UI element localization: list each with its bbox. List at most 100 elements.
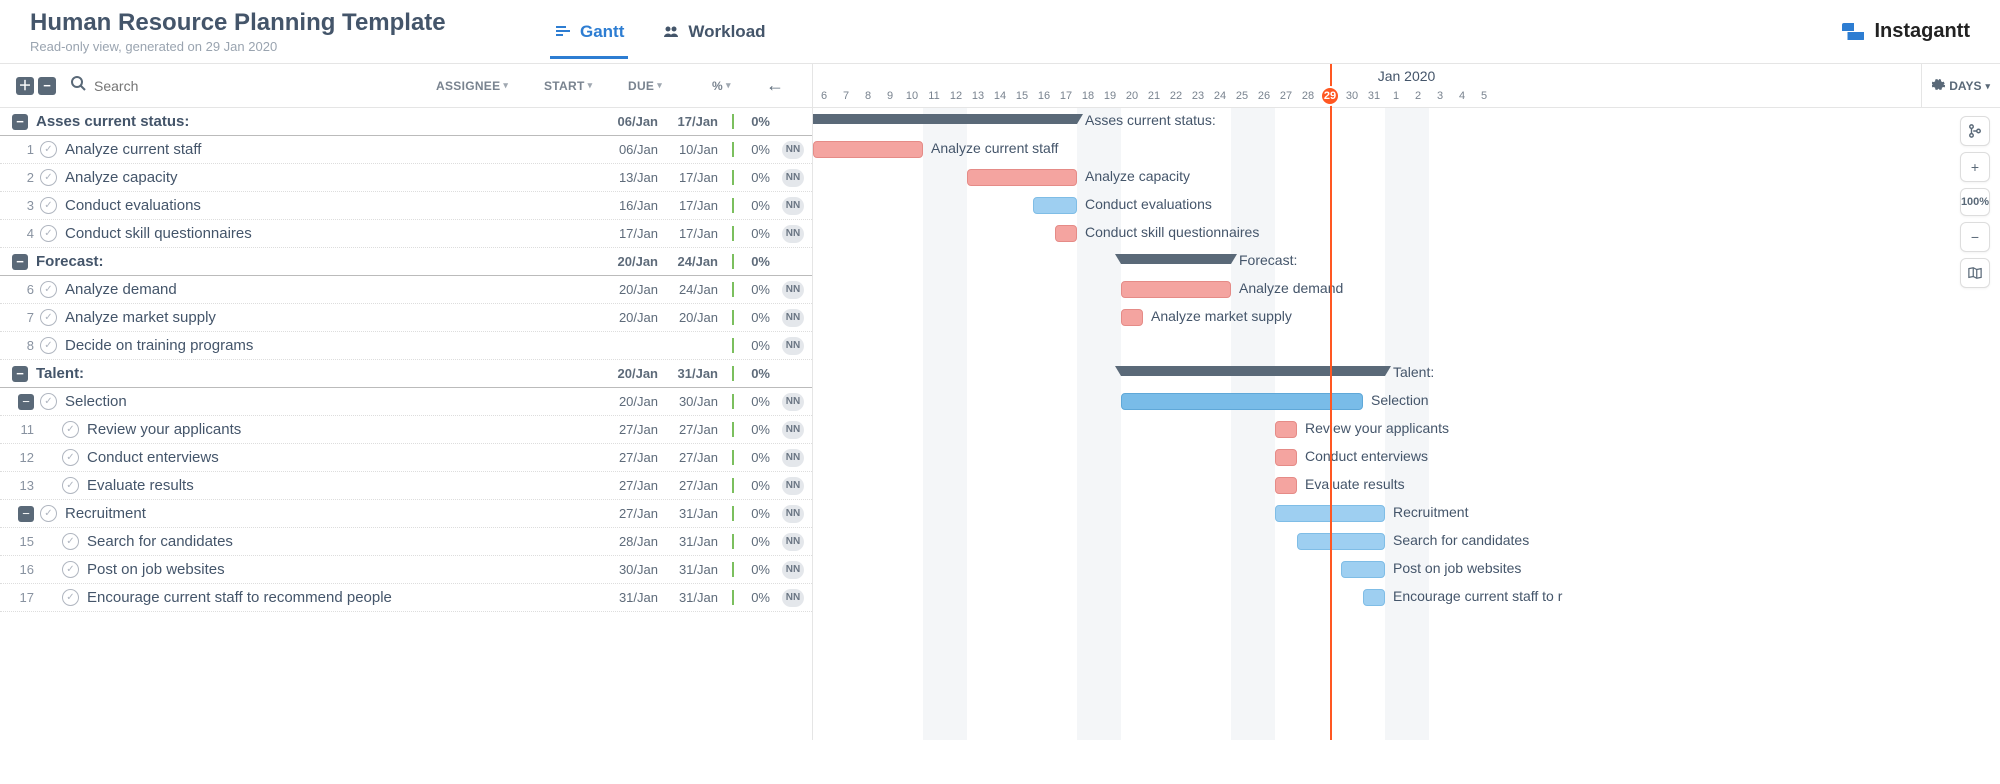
collapse-icon[interactable]: − (12, 366, 28, 382)
tab-workload-label: Workload (688, 22, 765, 42)
tab-workload[interactable]: Workload (658, 4, 769, 59)
gantt-body[interactable]: Asses current status:Analyze current sta… (813, 108, 2000, 612)
assignee-badge[interactable]: NN (782, 141, 804, 159)
assignee-badge[interactable]: NN (782, 281, 804, 299)
task-row[interactable]: 17✓Encourage current staff to recommend … (0, 584, 812, 612)
status-circle-icon[interactable]: ✓ (40, 505, 57, 522)
back-arrow-icon[interactable]: ← (762, 75, 788, 96)
row-index: 17 (16, 590, 34, 605)
gantt-task-bar[interactable] (1275, 449, 1297, 466)
assignee-badge[interactable]: NN (782, 533, 804, 551)
brand[interactable]: Instagantt (1842, 20, 1970, 43)
map-icon[interactable] (1960, 258, 1990, 288)
assignee-badge[interactable]: NN (782, 449, 804, 467)
status-circle-icon[interactable]: ✓ (40, 337, 57, 354)
status-circle-icon[interactable]: ✓ (40, 169, 57, 186)
row-index: 11 (16, 422, 34, 437)
branch-icon[interactable] (1960, 116, 1990, 146)
task-row[interactable]: 3✓Conduct evaluations16/Jan17/Jan0%NN (0, 192, 812, 220)
status-circle-icon[interactable]: ✓ (62, 561, 79, 578)
assignee-badge[interactable]: NN (782, 589, 804, 607)
collapse-icon[interactable]: − (18, 506, 34, 522)
col-header-assignee[interactable]: ASSIGNEE▾ (436, 79, 516, 93)
assignee-badge[interactable]: NN (782, 561, 804, 579)
gantt-task-bar[interactable] (1341, 561, 1385, 578)
task-row[interactable]: 1✓Analyze current staff06/Jan10/Jan0%NN (0, 136, 812, 164)
gantt-task-bar[interactable] (1121, 393, 1363, 410)
assignee-badge[interactable]: NN (782, 337, 804, 355)
collapse-icon[interactable]: − (18, 394, 34, 410)
collapse-all-button[interactable]: − (38, 77, 56, 95)
gantt-task-bar[interactable] (813, 141, 923, 158)
task-name: Conduct evaluations (61, 197, 598, 214)
tab-gantt[interactable]: Gantt (550, 4, 628, 59)
assignee-badge[interactable]: NN (782, 197, 804, 215)
due-date: 17/Jan (662, 114, 718, 129)
assignee-badge[interactable]: NN (782, 421, 804, 439)
task-row[interactable]: 8✓Decide on training programs0%NN (0, 332, 812, 360)
status-circle-icon[interactable]: ✓ (40, 393, 57, 410)
assignee-badge[interactable]: NN (782, 505, 804, 523)
gantt-task-bar[interactable] (1297, 533, 1385, 550)
task-row[interactable]: 2✓Analyze capacity13/Jan17/Jan0%NN (0, 164, 812, 192)
collapse-icon[interactable]: − (12, 254, 28, 270)
status-circle-icon[interactable]: ✓ (62, 477, 79, 494)
gantt-task-bar[interactable] (967, 169, 1077, 186)
assignee-badge[interactable]: NN (782, 309, 804, 327)
search-input[interactable] (94, 78, 234, 94)
col-header-start[interactable]: START▾ (544, 79, 600, 93)
task-row[interactable]: −✓Recruitment27/Jan31/Jan0%NN (0, 500, 812, 528)
gantt-task-bar[interactable] (1275, 421, 1297, 438)
gantt-task-bar[interactable] (1033, 197, 1077, 214)
status-circle-icon[interactable]: ✓ (62, 533, 79, 550)
assignee-badge[interactable]: NN (782, 169, 804, 187)
zoom-out-button[interactable]: − (1960, 222, 1990, 252)
due-date: 31/Jan (662, 562, 718, 577)
collapse-icon[interactable]: − (12, 114, 28, 130)
expand-all-button[interactable]: ＋ (16, 77, 34, 95)
zoom-in-button[interactable]: + (1960, 152, 1990, 182)
task-row[interactable]: 13✓Evaluate results27/Jan27/Jan0%NN (0, 472, 812, 500)
status-circle-icon[interactable]: ✓ (40, 225, 57, 242)
task-row[interactable]: 11✓Review your applicants27/Jan27/Jan0%N… (0, 416, 812, 444)
assignee-badge[interactable]: NN (782, 225, 804, 243)
zoom-level[interactable]: 100% (1960, 188, 1990, 216)
task-row[interactable]: 15✓Search for candidates28/Jan31/Jan0%NN (0, 528, 812, 556)
task-group-row[interactable]: −Talent:20/Jan31/Jan0% (0, 360, 812, 388)
status-circle-icon[interactable]: ✓ (40, 309, 57, 326)
task-row[interactable]: 6✓Analyze demand20/Jan24/Jan0%NN (0, 276, 812, 304)
day-cell: 12 (945, 85, 967, 107)
gantt-group-bar[interactable] (1121, 366, 1385, 376)
timeline-scale-button[interactable]: DAYS ▾ (1921, 64, 2000, 108)
assignee-badge[interactable]: NN (782, 477, 804, 495)
task-name: Talent: (32, 365, 598, 382)
gantt-task-bar[interactable] (1055, 225, 1077, 242)
row-index: 6 (16, 282, 34, 297)
status-circle-icon[interactable]: ✓ (40, 197, 57, 214)
gantt-task-bar[interactable] (1363, 589, 1385, 606)
status-circle-icon[interactable]: ✓ (62, 449, 79, 466)
brand-logo-icon (1842, 23, 1864, 41)
task-row[interactable]: 4✓Conduct skill questionnaires17/Jan17/J… (0, 220, 812, 248)
status-circle-icon[interactable]: ✓ (40, 281, 57, 298)
gantt-group-bar[interactable] (813, 114, 1077, 124)
gantt-task-bar[interactable] (1121, 309, 1143, 326)
task-row[interactable]: −✓Selection20/Jan30/Jan0%NN (0, 388, 812, 416)
task-row[interactable]: 7✓Analyze market supply20/Jan20/Jan0%NN (0, 304, 812, 332)
task-row[interactable]: 16✓Post on job websites30/Jan31/Jan0%NN (0, 556, 812, 584)
gantt-task-bar[interactable] (1121, 281, 1231, 298)
col-header-percent[interactable]: %▾ (712, 79, 734, 93)
task-row[interactable]: 12✓Conduct enterviews27/Jan27/Jan0%NN (0, 444, 812, 472)
gantt-row: Selection (813, 388, 2000, 416)
sort-icon: ▾ (503, 80, 508, 91)
task-group-row[interactable]: −Asses current status:06/Jan17/Jan0% (0, 108, 812, 136)
gantt-group-bar[interactable] (1121, 254, 1231, 264)
gantt-task-bar[interactable] (1275, 477, 1297, 494)
col-header-due[interactable]: DUE▾ (628, 79, 684, 93)
assignee-badge[interactable]: NN (782, 393, 804, 411)
status-circle-icon[interactable]: ✓ (62, 421, 79, 438)
status-circle-icon[interactable]: ✓ (40, 141, 57, 158)
task-group-row[interactable]: −Forecast:20/Jan24/Jan0% (0, 248, 812, 276)
task-name: Forecast: (32, 253, 598, 270)
status-circle-icon[interactable]: ✓ (62, 589, 79, 606)
